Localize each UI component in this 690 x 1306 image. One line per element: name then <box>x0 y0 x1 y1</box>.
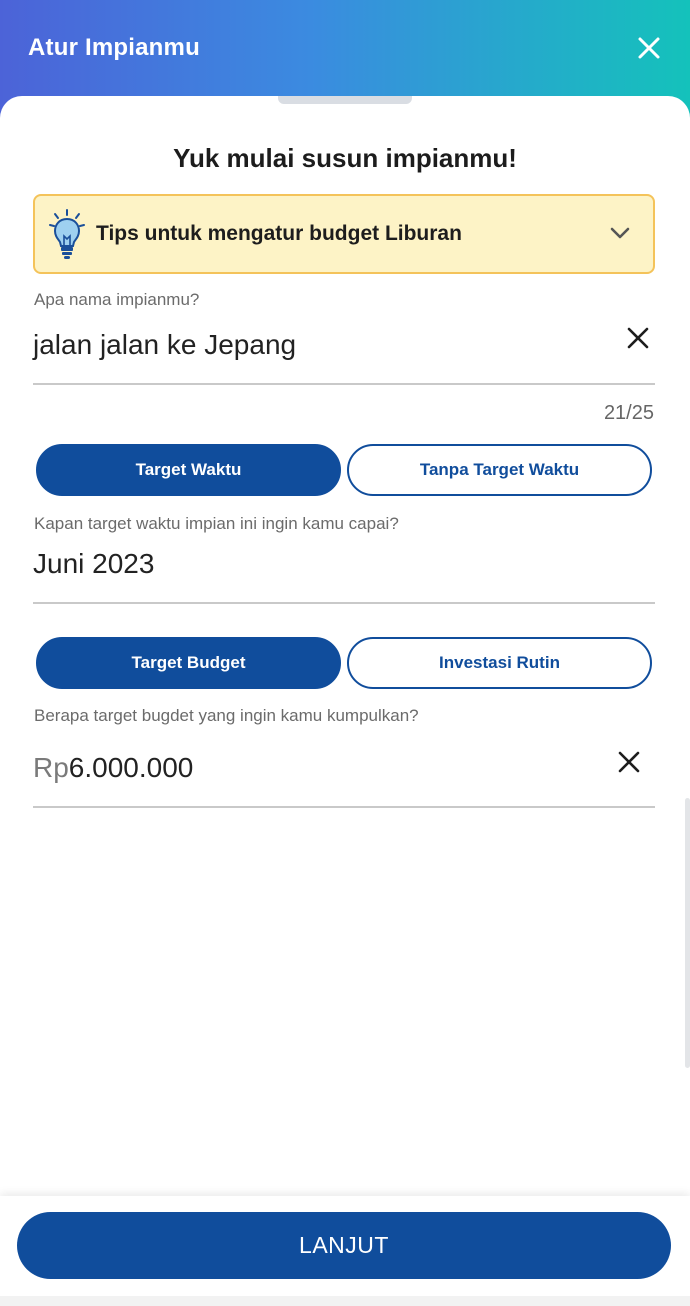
lanjut-button[interactable]: LANJUT <box>17 1212 671 1279</box>
close-button[interactable] <box>634 33 664 63</box>
tanpa-target-waktu-toggle[interactable]: Tanpa Target Waktu <box>347 444 652 496</box>
chevron-down-icon[interactable] <box>609 222 631 244</box>
target-time-underline <box>33 602 655 604</box>
budget-underline <box>33 806 655 808</box>
character-counter: 21/25 <box>603 402 654 424</box>
target-time-label: Kapan target waktu impian ini ingin kamu… <box>34 514 399 533</box>
tips-accordion[interactable]: Tips untuk mengatur budget Liburan <box>33 194 655 274</box>
dream-name-underline <box>33 383 655 385</box>
investasi-rutin-toggle[interactable]: Investasi Rutin <box>347 637 652 689</box>
close-icon <box>627 327 649 349</box>
budget-value: 6.000.000 <box>68 752 194 783</box>
target-budget-toggle[interactable]: Target Budget <box>36 637 341 689</box>
header-title: Atur Impianmu <box>28 34 200 61</box>
dream-name-input[interactable]: jalan jalan ke Jepang <box>33 329 296 361</box>
budget-input[interactable]: Rp6.000.000 <box>33 752 193 784</box>
drag-handle[interactable] <box>278 96 412 104</box>
dream-name-label: Apa nama impianmu? <box>34 290 200 309</box>
currency-prefix: Rp <box>33 752 69 783</box>
app-screen: Atur Impianmu Yuk mulai susun impianmu! <box>0 0 690 1306</box>
header-bar: Atur Impianmu <box>0 0 690 100</box>
bottom-sheet: Yuk mulai susun impianmu! Tips untuk men… <box>0 96 690 1196</box>
lightbulb-icon <box>49 209 85 259</box>
scrollbar[interactable] <box>685 798 690 1068</box>
dream-name-clear-button[interactable] <box>624 324 652 352</box>
target-waktu-toggle[interactable]: Target Waktu <box>36 444 341 496</box>
footer-bar: LANJUT <box>0 1196 690 1306</box>
budget-clear-button[interactable] <box>615 748 643 776</box>
tips-title: Tips untuk mengatur budget Liburan <box>96 222 462 245</box>
budget-label: Berapa target bugdet yang ingin kamu kum… <box>34 706 419 725</box>
footer-strip <box>0 1296 690 1306</box>
sheet-title: Yuk mulai susun impianmu! <box>173 143 517 173</box>
target-time-input[interactable]: Juni 2023 <box>33 548 154 580</box>
close-icon <box>618 751 640 773</box>
close-icon <box>638 37 660 59</box>
